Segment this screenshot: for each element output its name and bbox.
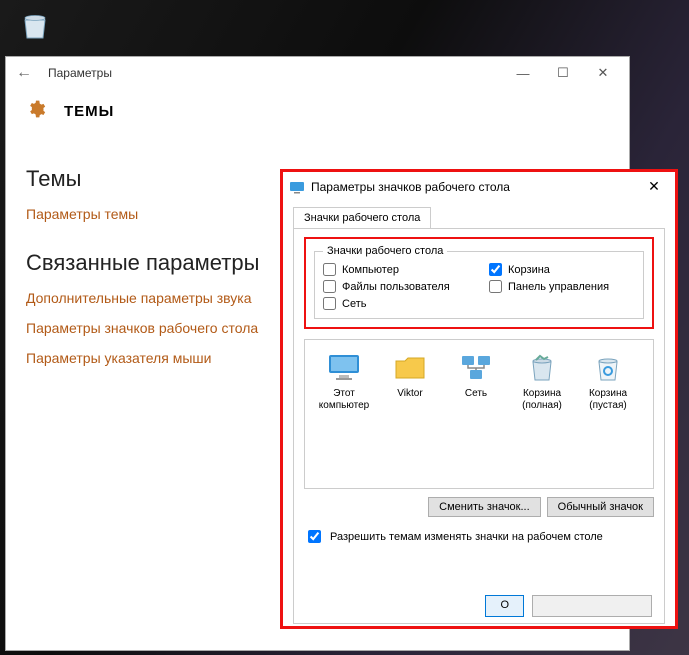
- settings-heading: ТЕМЫ: [64, 103, 114, 120]
- minimize-button[interactable]: —: [503, 66, 543, 81]
- maximize-button[interactable]: ☐: [543, 65, 583, 81]
- checkbox-recycle-input[interactable]: [489, 263, 502, 276]
- desktop-recycle-bin[interactable]: [15, 10, 55, 47]
- checkbox-controlpanel-label: Панель управления: [508, 281, 609, 293]
- checkbox-network-label: Сеть: [342, 298, 366, 310]
- icon-recycle-full[interactable]: Корзина (полная): [509, 350, 575, 412]
- recycle-bin-icon: [19, 10, 51, 42]
- desktop-icon-settings-dialog: Параметры значков рабочего стола ✕ Значк…: [280, 169, 678, 629]
- back-button[interactable]: ←: [12, 64, 36, 82]
- close-button[interactable]: ✕: [583, 65, 623, 81]
- highlighted-checkbox-group: Значки рабочего стола Компьютер Корзина …: [304, 237, 654, 329]
- allow-themes-label: Разрешить темам изменять значки на рабоч…: [330, 531, 603, 543]
- fieldset-legend: Значки рабочего стола: [323, 245, 447, 257]
- checkbox-network-input[interactable]: [323, 297, 336, 310]
- checkbox-recycle-label: Корзина: [508, 264, 550, 276]
- allow-themes-checkbox[interactable]: Разрешить темам изменять значки на рабоч…: [304, 527, 654, 546]
- checkbox-controlpanel[interactable]: Панель управления: [489, 280, 635, 293]
- checkbox-recycle[interactable]: Корзина: [489, 263, 635, 276]
- desktop-icons-fieldset: Значки рабочего стола Компьютер Корзина …: [314, 245, 644, 319]
- icon-preview-box: Этот компьютер Viktor Сеть Корзина (полн…: [304, 339, 654, 489]
- icon-recycle-empty-label: Корзина (пустая): [575, 388, 641, 412]
- icon-recycle-empty[interactable]: Корзина (пустая): [575, 350, 641, 412]
- checkbox-computer-label: Компьютер: [342, 264, 399, 276]
- checkbox-userfiles[interactable]: Файлы пользователя: [323, 280, 469, 293]
- checkbox-network[interactable]: Сеть: [323, 297, 469, 310]
- dialog-app-icon: [289, 179, 305, 195]
- dialog-panel: Значки рабочего стола Компьютер Корзина …: [293, 228, 665, 624]
- recycle-full-icon: [528, 353, 556, 383]
- icon-user-folder[interactable]: Viktor: [377, 350, 443, 412]
- default-icon-button[interactable]: Обычный значок: [547, 497, 654, 517]
- gear-icon: [26, 99, 46, 124]
- ok-button[interactable]: О: [485, 595, 524, 617]
- checkbox-computer-input[interactable]: [323, 263, 336, 276]
- icon-network[interactable]: Сеть: [443, 350, 509, 412]
- dialog-tabstrip: Значки рабочего стола: [293, 206, 665, 228]
- settings-titlebar: ← Параметры — ☐ ✕: [6, 57, 629, 89]
- dialog-close-button[interactable]: ✕: [639, 178, 669, 195]
- folder-icon: [393, 353, 427, 383]
- icon-network-label: Сеть: [443, 388, 509, 412]
- checkbox-userfiles-input[interactable]: [323, 280, 336, 293]
- recycle-empty-icon: [594, 353, 622, 383]
- allow-themes-input[interactable]: [308, 530, 321, 543]
- settings-header: ТЕМЫ: [6, 89, 629, 138]
- dialog-title: Параметры значков рабочего стола: [311, 180, 639, 194]
- checkbox-controlpanel-input[interactable]: [489, 280, 502, 293]
- checkbox-computer[interactable]: Компьютер: [323, 263, 469, 276]
- icon-this-pc-label: Этот компьютер: [311, 388, 377, 412]
- settings-title: Параметры: [36, 66, 503, 80]
- checkbox-userfiles-label: Файлы пользователя: [342, 281, 450, 293]
- icon-this-pc[interactable]: Этот компьютер: [311, 350, 377, 412]
- dialog-titlebar: Параметры значков рабочего стола ✕: [283, 172, 675, 202]
- icon-recycle-full-label: Корзина (полная): [509, 388, 575, 412]
- obscured-button[interactable]: [532, 595, 652, 617]
- icon-user-folder-label: Viktor: [377, 388, 443, 412]
- change-icon-button[interactable]: Сменить значок...: [428, 497, 541, 517]
- monitor-icon: [327, 353, 361, 383]
- network-icon: [459, 353, 493, 383]
- tab-desktop-icons[interactable]: Значки рабочего стола: [293, 207, 431, 229]
